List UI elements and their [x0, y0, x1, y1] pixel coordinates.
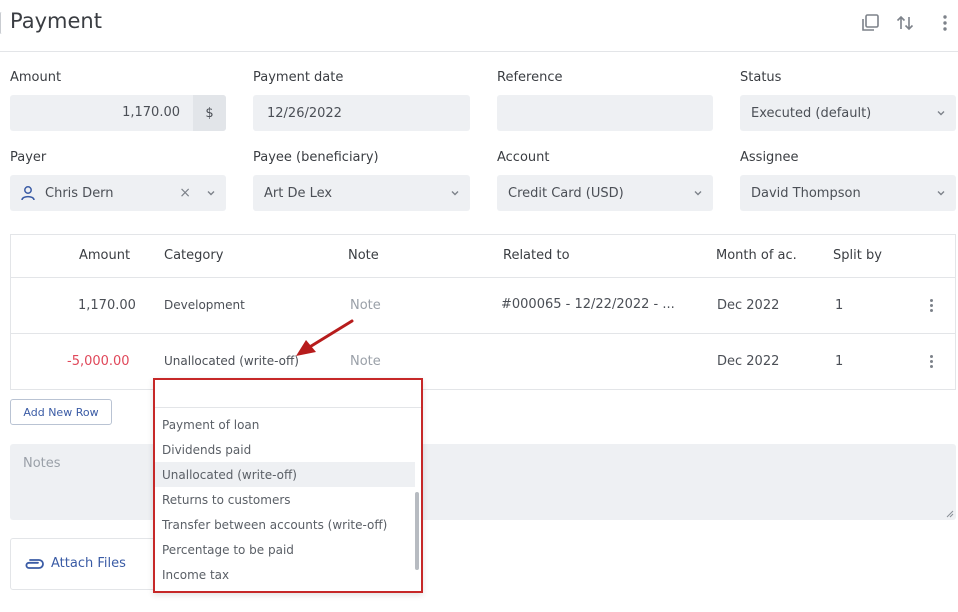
chevron-down-icon — [207, 191, 215, 196]
payee-select[interactable]: Art De Lex — [253, 175, 470, 211]
status-value: Executed (default) — [751, 105, 872, 121]
category-dropdown[interactable]: Payment of loan Dividends paid Unallocat… — [153, 378, 423, 593]
col-split-by: Split by — [833, 248, 882, 263]
chevron-down-icon — [451, 191, 459, 196]
payee-label: Payee (beneficiary) — [253, 150, 379, 165]
payment-date-value: 12/26/2022 — [267, 105, 342, 121]
assignee-select[interactable]: David Thompson — [740, 175, 956, 211]
account-label: Account — [497, 150, 550, 165]
amount-label: Amount — [10, 70, 62, 85]
row-month[interactable]: Dec 2022 — [717, 354, 779, 369]
dropdown-option[interactable]: Payment of loan — [155, 412, 415, 437]
dropdown-option[interactable]: Percentage to be paid — [155, 537, 415, 562]
row-split[interactable]: 1 — [835, 354, 843, 369]
clear-icon[interactable]: × — [179, 185, 191, 201]
annotation-arrow-icon — [296, 319, 354, 356]
account-select[interactable]: Credit Card (USD) — [497, 175, 713, 211]
panel-edge — [0, 12, 3, 34]
payee-value: Art De Lex — [264, 185, 333, 201]
reference-field[interactable] — [497, 95, 713, 131]
payer-label: Payer — [10, 150, 47, 165]
amount-field[interactable]: 1,170.00 $ — [10, 95, 226, 131]
currency-symbol[interactable]: $ — [193, 95, 226, 131]
account-value: Credit Card (USD) — [508, 185, 624, 201]
table-header: Amount Category Note Related to Month of… — [11, 235, 955, 278]
resize-handle-icon[interactable] — [945, 509, 954, 518]
row-amount[interactable]: -5,000.00 — [67, 354, 130, 369]
row-note[interactable]: Note — [350, 298, 381, 313]
status-label: Status — [740, 70, 782, 85]
attach-files-label: Attach Files — [51, 556, 126, 571]
dropdown-scrollbar[interactable] — [415, 492, 419, 570]
more-vertical-icon[interactable] — [934, 12, 956, 34]
payment-date-field[interactable]: 12/26/2022 — [253, 95, 470, 131]
paperclip-icon — [25, 559, 44, 569]
notes-placeholder: Notes — [23, 456, 61, 471]
col-amount: Amount — [79, 248, 131, 263]
row-amount[interactable]: 1,170.00 — [78, 298, 136, 313]
row-menu-icon[interactable] — [928, 355, 934, 369]
row-menu-icon[interactable] — [928, 299, 934, 313]
row-category[interactable]: Unallocated (write-off) — [164, 354, 299, 368]
attach-files-button[interactable]: Attach Files — [10, 538, 160, 590]
col-category: Category — [164, 248, 224, 263]
payer-select[interactable]: Chris Dern × — [10, 175, 226, 211]
dropdown-option[interactable]: Income tax — [155, 562, 415, 587]
page-title: Payment — [10, 9, 102, 33]
chevron-down-icon — [937, 111, 945, 116]
payment-date-label: Payment date — [253, 70, 344, 85]
assignee-value: David Thompson — [751, 185, 861, 201]
payer-value: Chris Dern — [45, 185, 114, 201]
sort-icon[interactable] — [894, 12, 916, 34]
dropdown-search-input[interactable] — [155, 380, 421, 408]
col-month: Month of ac. — [716, 248, 797, 263]
split-table: Amount Category Note Related to Month of… — [10, 234, 956, 390]
dropdown-option[interactable]: Returns to customers — [155, 487, 415, 512]
notes-textarea[interactable]: Notes — [10, 444, 956, 520]
amount-value: 1,170.00 — [122, 105, 180, 120]
row-split[interactable]: 1 — [835, 298, 843, 313]
row-category[interactable]: Development — [164, 298, 245, 312]
add-new-row-button[interactable]: Add New Row — [10, 399, 112, 425]
dropdown-option[interactable]: Transfer between accounts (write-off) — [155, 512, 415, 537]
copy-icon[interactable] — [859, 12, 881, 34]
page-header: Payment — [0, 0, 958, 52]
dropdown-option[interactable]: Dividends paid — [155, 437, 415, 462]
assignee-label: Assignee — [740, 150, 799, 165]
table-row[interactable]: 1,170.00 Development Note #000065 - 12/2… — [11, 278, 955, 334]
chevron-down-icon — [937, 191, 945, 196]
chevron-down-icon — [694, 191, 702, 196]
dropdown-option-selected[interactable]: Unallocated (write-off) — [155, 462, 415, 487]
reference-label: Reference — [497, 70, 563, 85]
col-note: Note — [348, 248, 379, 263]
row-related[interactable]: #000065 - 12/22/2022 - ... — [501, 297, 675, 312]
user-icon — [21, 186, 35, 201]
status-select[interactable]: Executed (default) — [740, 95, 956, 131]
col-related-to: Related to — [503, 248, 570, 263]
row-month[interactable]: Dec 2022 — [717, 298, 779, 313]
